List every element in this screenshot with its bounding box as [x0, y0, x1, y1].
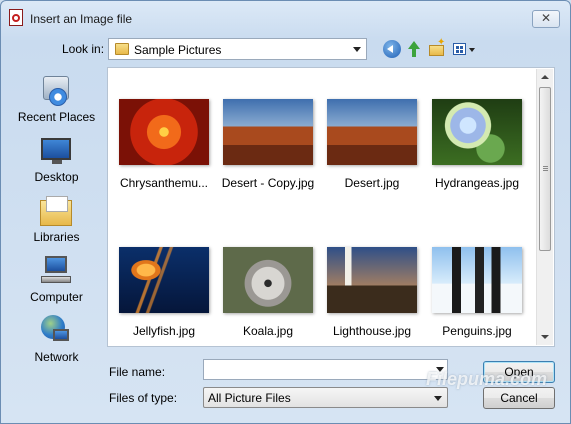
place-label: Recent Places	[17, 110, 96, 124]
title-bar[interactable]: Insert an Image file ✕	[1, 1, 570, 35]
cancel-button[interactable]: Cancel	[483, 387, 555, 409]
chevron-down-icon[interactable]	[436, 367, 444, 372]
chevron-down-icon[interactable]	[434, 396, 442, 401]
scroll-down-arrow-icon[interactable]	[537, 329, 553, 345]
grip-icon	[543, 166, 548, 172]
look-in-label: Look in:	[62, 42, 105, 56]
file-name-label: File name:	[109, 365, 166, 379]
place-label: Network	[34, 350, 79, 364]
file-list-view[interactable]: Chrysanthemu... Desert - Copy.jpg Desert…	[107, 67, 555, 347]
file-item-koala[interactable]: Koala.jpg	[218, 247, 318, 347]
open-button[interactable]: Open	[483, 361, 555, 383]
place-network[interactable]: Network	[9, 312, 104, 368]
file-type-value: All Picture Files	[208, 391, 291, 405]
look-in-dropdown[interactable]: Sample Pictures	[108, 38, 367, 60]
place-recent-places[interactable]: Recent Places	[9, 72, 104, 128]
image-thumbnail	[223, 99, 313, 165]
place-label: Libraries	[33, 230, 80, 244]
file-name-label: Hydrangeas.jpg	[434, 176, 520, 190]
network-icon	[41, 315, 71, 345]
folder-icon	[115, 43, 129, 55]
image-thumbnail	[432, 247, 522, 313]
image-thumbnail	[119, 247, 209, 313]
places-bar: Recent Places Desktop Libraries Computer…	[9, 66, 104, 411]
file-item-desert-copy[interactable]: Desert - Copy.jpg	[218, 99, 318, 199]
file-name-label: Jellyfish.jpg	[132, 324, 196, 338]
file-name-label: Chrysanthemu...	[119, 176, 209, 190]
file-item-penguins[interactable]: Penguins.jpg	[427, 247, 527, 347]
insert-image-dialog: Insert an Image file ✕ Look in: Sample P…	[0, 0, 571, 424]
vertical-scrollbar[interactable]	[536, 69, 553, 345]
chevron-down-icon[interactable]	[353, 47, 361, 52]
new-folder-icon[interactable]	[428, 37, 446, 58]
place-desktop[interactable]: Desktop	[9, 132, 104, 188]
file-item-lighthouse[interactable]: Lighthouse.jpg	[322, 247, 422, 347]
file-item-jellyfish[interactable]: Jellyfish.jpg	[114, 247, 214, 347]
scrollbar-thumb[interactable]	[539, 87, 551, 251]
image-thumbnail	[432, 99, 522, 165]
file-name-label: Penguins.jpg	[442, 324, 512, 338]
recent-places-icon	[41, 76, 71, 106]
file-type-label: Files of type:	[109, 391, 178, 405]
file-type-select[interactable]: All Picture Files	[203, 387, 448, 408]
place-libraries[interactable]: Libraries	[9, 192, 104, 248]
views-menu-icon[interactable]	[452, 40, 478, 58]
libraries-icon	[40, 196, 72, 226]
file-name-label: Desert - Copy.jpg	[221, 176, 315, 190]
image-thumbnail	[327, 247, 417, 313]
file-name-label: Desert.jpg	[344, 176, 400, 190]
file-item-desert[interactable]: Desert.jpg	[322, 99, 422, 199]
file-name-label: Lighthouse.jpg	[332, 324, 412, 338]
up-folder-icon[interactable]	[405, 40, 423, 58]
computer-icon	[41, 256, 71, 286]
place-label: Computer	[30, 290, 83, 304]
file-item-chrysanthemum[interactable]: Chrysanthemu...	[114, 99, 214, 199]
dialog-title: Insert an Image file	[30, 12, 133, 26]
file-item-hydrangeas[interactable]: Hydrangeas.jpg	[427, 99, 527, 199]
desktop-icon	[41, 138, 71, 164]
pdf-app-icon	[9, 9, 23, 26]
file-name-input[interactable]	[203, 359, 448, 380]
image-thumbnail	[327, 99, 417, 165]
file-name-label: Koala.jpg	[242, 324, 294, 338]
image-thumbnail	[119, 99, 209, 165]
scroll-up-arrow-icon[interactable]	[537, 69, 553, 85]
close-button[interactable]: ✕	[532, 10, 560, 28]
image-thumbnail	[223, 247, 313, 313]
place-label: Desktop	[34, 170, 79, 184]
back-icon[interactable]	[383, 40, 401, 58]
place-computer[interactable]: Computer	[9, 252, 104, 308]
look-in-value: Sample Pictures	[134, 43, 222, 57]
